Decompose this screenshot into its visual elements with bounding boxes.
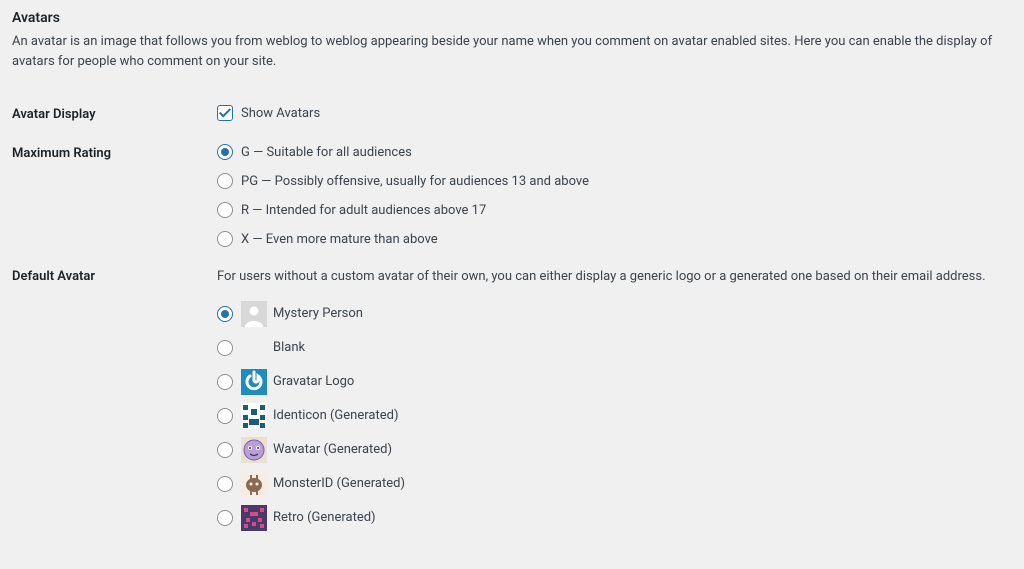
rating-g-label[interactable]: G — Suitable for all audiences (241, 145, 412, 160)
avatar-blank-label[interactable]: Blank (273, 340, 305, 355)
avatar-monsterid-label[interactable]: MonsterID (Generated) (273, 476, 405, 491)
avatar-gravatar-radio[interactable] (217, 374, 233, 390)
avatar-mystery-radio[interactable] (217, 306, 233, 322)
avatar-retro-radio[interactable] (217, 510, 233, 526)
rating-x-label[interactable]: X — Even more mature than above (241, 232, 438, 247)
identicon-icon (241, 403, 267, 429)
avatar-identicon-label[interactable]: Identicon (Generated) (273, 408, 398, 423)
default-avatar-intro: For users without a custom avatar of the… (217, 267, 1002, 287)
rating-g-radio[interactable] (217, 144, 233, 160)
rating-r-label[interactable]: R — Intended for adult audiences above 1… (241, 203, 486, 218)
avatar-wavatar-radio[interactable] (217, 442, 233, 458)
default-avatar-heading: Default Avatar (12, 257, 217, 549)
settings-table: Avatar Display Show Avatars Maximum Rati… (12, 95, 1012, 549)
show-avatars-label[interactable]: Show Avatars (241, 106, 320, 121)
avatar-gravatar-label[interactable]: Gravatar Logo (273, 374, 354, 389)
avatar-identicon-radio[interactable] (217, 408, 233, 424)
rating-x-radio[interactable] (217, 231, 233, 247)
retro-icon (241, 505, 267, 531)
avatar-monsterid-radio[interactable] (217, 476, 233, 492)
rating-pg-label[interactable]: PG — Possibly offensive, usually for aud… (241, 174, 589, 189)
section-description: An avatar is an image that follows you f… (12, 32, 1012, 71)
blank-avatar-icon (241, 335, 267, 361)
monsterid-icon (241, 471, 267, 497)
avatar-display-heading: Avatar Display (12, 95, 217, 134)
wavatar-icon (241, 437, 267, 463)
gravatar-logo-icon (241, 369, 267, 395)
maximum-rating-heading: Maximum Rating (12, 134, 217, 257)
section-title: Avatars (12, 10, 1012, 26)
avatar-blank-radio[interactable] (217, 340, 233, 356)
rating-r-radio[interactable] (217, 202, 233, 218)
mystery-person-icon (241, 301, 267, 327)
avatar-wavatar-label[interactable]: Wavatar (Generated) (273, 442, 392, 457)
avatar-mystery-label[interactable]: Mystery Person (273, 306, 363, 321)
avatar-retro-label[interactable]: Retro (Generated) (273, 510, 376, 525)
show-avatars-checkbox[interactable] (217, 105, 233, 121)
rating-pg-radio[interactable] (217, 173, 233, 189)
